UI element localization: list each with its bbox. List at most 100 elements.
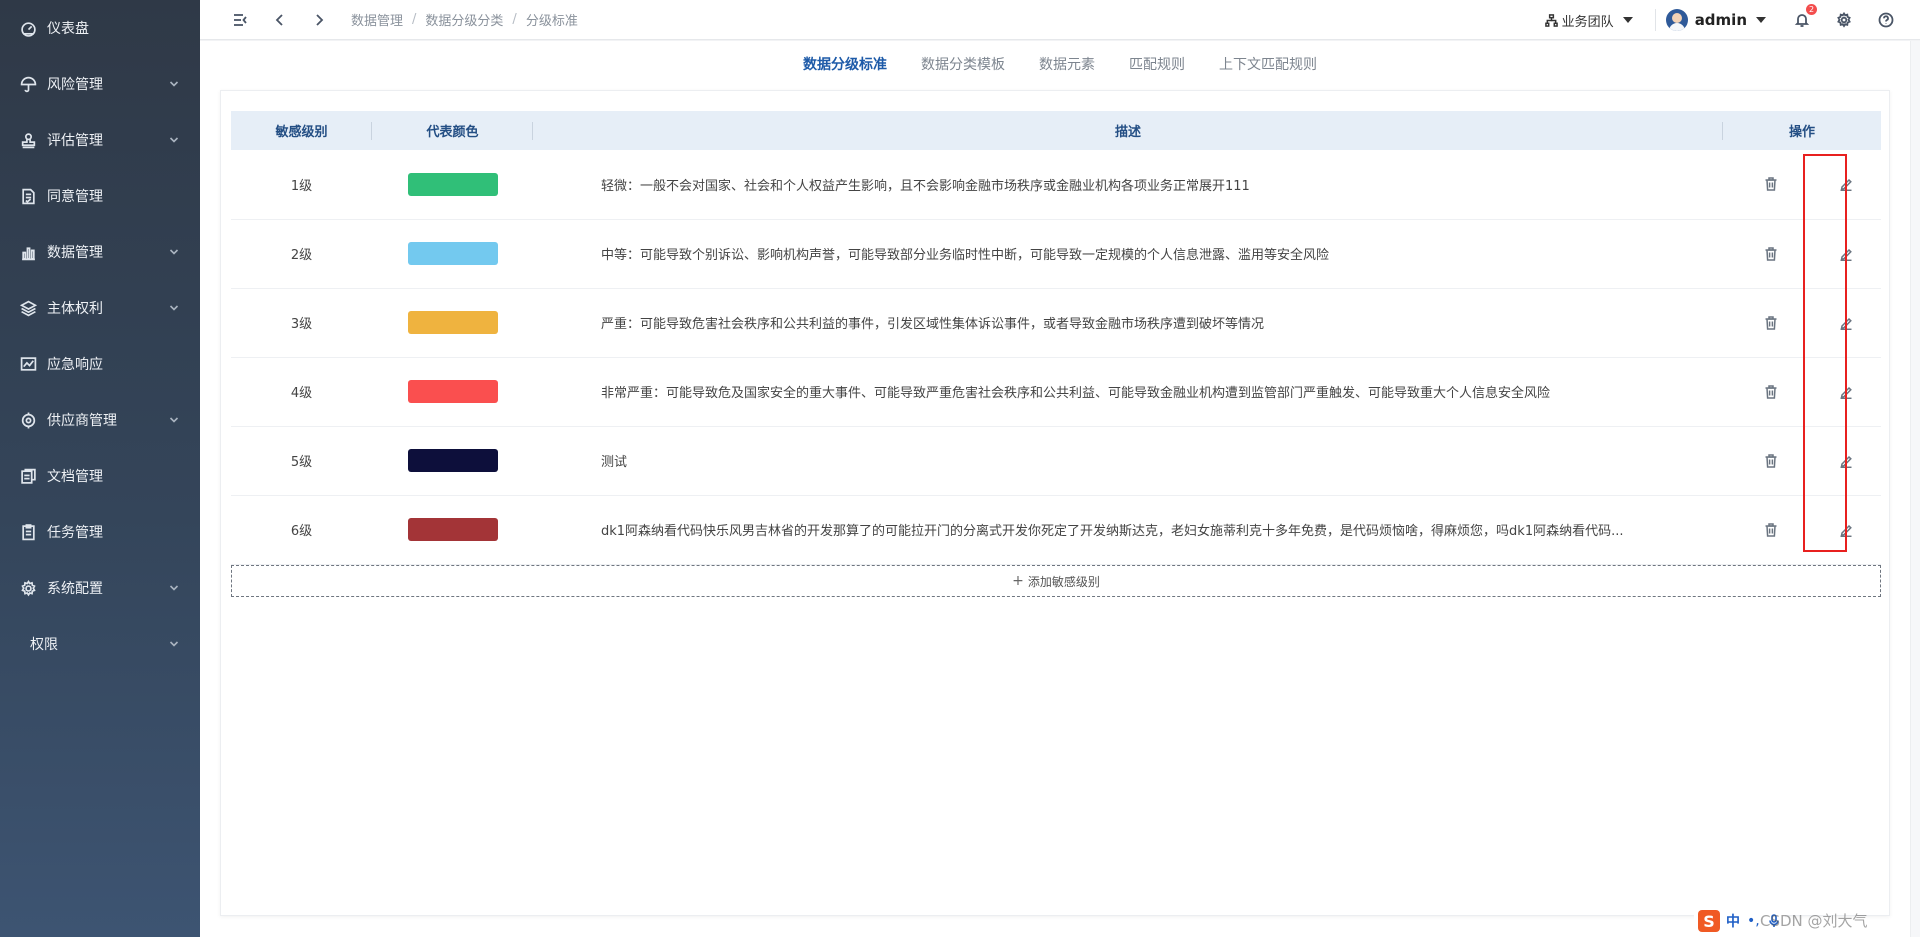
tab-2[interactable]: 数据元素 (1039, 54, 1095, 78)
color-cell (372, 150, 533, 219)
sidebar-item[interactable]: 数据管理 (0, 224, 200, 280)
edit-icon[interactable] (1839, 454, 1853, 468)
tab-1[interactable]: 数据分类模板 (921, 54, 1005, 78)
chevron-down-icon (168, 302, 180, 314)
plus-icon: + (1012, 573, 1024, 589)
sidebar-item-label: 应急响应 (47, 357, 103, 373)
sidebar: 仪表盘 风险管理 评估管理 同意管理 数据管理主体权利应急响应供应商管理文档管理任务管理… (0, 0, 200, 937)
microphone-icon[interactable] (1767, 914, 1781, 928)
settings-gear-icon (18, 578, 38, 598)
delete-icon[interactable] (1764, 177, 1778, 191)
table-row: 3级 严重：可能导致危害社会秩序和公共利益的事件，引发区域性集体诉讼事件，或者导致… (231, 288, 1881, 357)
sidebar-item[interactable]: 供应商管理 (0, 392, 200, 448)
color-swatch (407, 380, 498, 403)
column-header-description: 描述 (533, 111, 1723, 150)
delete-icon[interactable] (1764, 315, 1778, 330)
sidebar-item[interactable]: 仪表盘 (0, 0, 200, 56)
chevron-down-icon (168, 414, 180, 426)
actions-cell (1723, 219, 1881, 288)
sogou-logo-icon: S (1698, 910, 1720, 932)
user-menu[interactable]: admin (1665, 9, 1766, 31)
forward-icon[interactable] (309, 10, 329, 30)
tab-bar: 数据分级标准 数据分类模板 数据元素 匹配规则 上下文匹配规则 (200, 54, 1920, 78)
vertical-scrollbar[interactable] (1910, 41, 1920, 937)
tab-0[interactable]: 数据分级标准 (803, 54, 887, 78)
settings-gear-icon[interactable] (1834, 10, 1854, 30)
description-cell: 非常严重：可能导致危及国家安全的重大事件、可能导致严重危害社会秩序和公共利益、可… (601, 386, 1551, 401)
bar-chart-icon (18, 242, 38, 262)
menu-collapse-icon[interactable] (230, 10, 250, 30)
sidebar-item[interactable]: 应急响应 (0, 336, 200, 392)
description-cell: 严重：可能导致危害社会秩序和公共利益的事件，引发区域性集体诉讼事件，或者导致金融… (601, 317, 1265, 332)
table-row: 4级 非常严重：可能导致危及国家安全的重大事件、可能导致严重危害社会秩序和公共利益… (231, 357, 1881, 426)
actions-cell (1723, 150, 1881, 219)
delete-icon[interactable] (1764, 522, 1778, 537)
ime-toolbar[interactable]: S 中 •, (1694, 908, 1785, 934)
umbrella-icon (18, 74, 38, 94)
document-check-icon (18, 186, 38, 206)
edit-icon[interactable] (1839, 247, 1853, 261)
tab-3[interactable]: 匹配规则 (1129, 54, 1185, 78)
ime-punctuation-toggle[interactable]: •, (1747, 913, 1760, 929)
edit-icon[interactable] (1839, 523, 1853, 537)
tab-4[interactable]: 上下文匹配规则 (1219, 54, 1317, 78)
sidebar-item[interactable]: 风险管理 (0, 56, 200, 112)
sidebar-item-label: 文档管理 (47, 469, 103, 485)
chevron-down-icon (168, 78, 180, 90)
username: admin (1694, 11, 1747, 29)
dashboard-icon (18, 18, 38, 38)
sidebar-item[interactable]: 同意管理 (0, 168, 200, 224)
divider (1654, 9, 1656, 31)
level-cell: 4级 (290, 386, 313, 401)
table-header-row: 敏感级别 代表颜色 描述 操作 (231, 111, 1881, 150)
level-cell: 3级 (290, 317, 313, 332)
edit-icon[interactable] (1839, 385, 1853, 399)
color-swatch (407, 242, 498, 265)
header-right: 业务团队 admin 2 (1544, 0, 1920, 40)
team-selector[interactable]: 业务团队 (1544, 11, 1633, 30)
edit-icon[interactable] (1839, 316, 1853, 330)
column-header-actions: 操作 (1788, 125, 1815, 140)
delete-icon[interactable] (1764, 246, 1778, 261)
column-header-color: 代表颜色 (372, 111, 533, 150)
actions-cell (1723, 288, 1881, 357)
color-cell (372, 426, 533, 495)
description-cell: 中等：可能导致个别诉讼、影响机构声誉，可能导致部分业务临时性中断，可能导致一定规… (601, 248, 1330, 263)
color-cell (372, 219, 533, 288)
add-sensitivity-level-button[interactable]: + 添加敏感级别 (231, 565, 1881, 597)
color-swatch (407, 518, 498, 541)
sidebar-item[interactable]: 文档管理 (0, 448, 200, 504)
sensitivity-level-table: 敏感级别 代表颜色 描述 操作 1级 轻微：一般不会对国家、社会和个人权益产生影响… (231, 111, 1881, 565)
back-icon[interactable] (270, 10, 290, 30)
help-icon[interactable] (1876, 10, 1896, 30)
breadcrumb-item[interactable]: 数据管理 (351, 10, 403, 29)
color-swatch (407, 172, 498, 196)
breadcrumb-current: 分级标准 (525, 14, 578, 29)
sidebar-item[interactable]: 系统配置 (0, 560, 200, 616)
sidebar-item[interactable]: 主体权利 (0, 280, 200, 336)
chevron-down-icon (168, 246, 180, 258)
description-cell: 轻微：一般不会对国家、社会和个人权益产生影响，且不会影响金融市场秩序或金融业机构… (601, 178, 1250, 194)
sidebar-item[interactable]: 任务管理 (0, 504, 200, 560)
table-row: 1级 轻微：一般不会对国家、社会和个人权益产生影响，且不会影响金融市场秩序或金融业… (231, 150, 1881, 219)
delete-icon[interactable] (1764, 453, 1778, 468)
ime-language-toggle[interactable]: 中 (1726, 911, 1740, 931)
stamp-icon (18, 130, 38, 150)
edit-icon[interactable] (1839, 177, 1853, 192)
org-tree-icon (1544, 13, 1558, 27)
actions-cell (1723, 357, 1881, 426)
actions-cell (1723, 426, 1881, 495)
sidebar-item-label: 主体权利 (47, 301, 103, 317)
level-cell: 1级 (290, 178, 313, 194)
breadcrumb-item[interactable]: 数据分级分类 (425, 10, 503, 29)
table-row: 2级 中等：可能导致个别诉讼、影响机构声誉，可能导致部分业务临时性中断，可能导致一… (231, 219, 1881, 288)
sidebar-item[interactable]: 权限 (0, 616, 200, 672)
sidebar-item-label: 供应商管理 (47, 413, 117, 429)
sidebar-item-label: 系统配置 (47, 581, 103, 597)
sidebar-item[interactable]: 评估管理 (0, 112, 200, 168)
notification-bell-icon[interactable]: 2 (1792, 4, 1817, 30)
breadcrumb-separator: / (412, 12, 417, 27)
color-swatch (407, 311, 498, 334)
caret-down-icon (1756, 17, 1766, 23)
delete-icon[interactable] (1764, 384, 1778, 399)
